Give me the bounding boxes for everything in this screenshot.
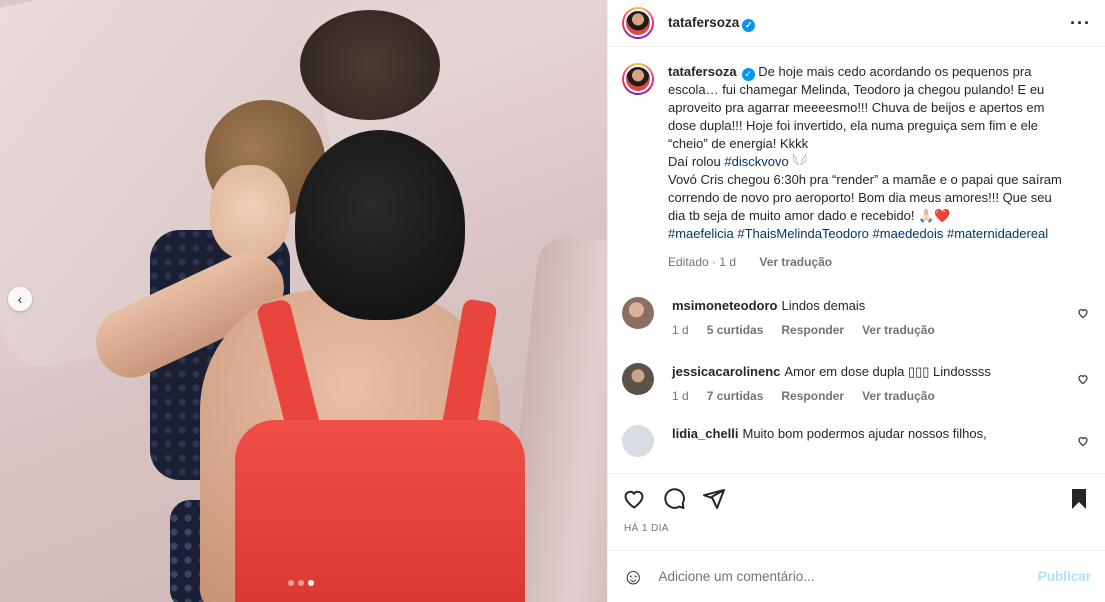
comment-bubble-icon[interactable] <box>662 487 686 511</box>
caption: tatafersoza ✓ De hoje mais cedo acordando… <box>622 63 1091 271</box>
comment-username[interactable]: msimoneteodoro <box>672 298 777 313</box>
comment-avatar[interactable] <box>622 297 654 329</box>
carousel-dots <box>288 580 314 586</box>
comment-content: Muito bom podermos ajudar nossos filhos, <box>742 426 987 441</box>
comment-body: msimoneteodoro Lindos demais 1 d 5 curtid… <box>672 297 1062 337</box>
comment-username[interactable]: lidia_chelli <box>672 426 738 441</box>
comment-like-heart-icon[interactable] <box>1077 373 1089 385</box>
author-username[interactable]: tatafersoza ✓ <box>668 15 756 32</box>
share-send-icon[interactable] <box>702 487 726 511</box>
comment-body: lidia_chelli Muito bom podermos ajudar no… <box>672 425 1062 457</box>
emoji-picker-icon[interactable]: ☺ <box>622 564 644 590</box>
post-timestamp[interactable]: HÁ 1 DIA <box>608 523 1105 550</box>
caption-meta: Editado · 1 d Ver tradução <box>668 255 833 269</box>
comments-scroll-area[interactable]: tatafersoza ✓ De hoje mais cedo acordando… <box>608 47 1105 473</box>
author-username-text[interactable]: tatafersoza <box>668 15 739 30</box>
post-actions <box>608 473 1105 523</box>
caption-paragraph-1: tatafersoza ✓ De hoje mais cedo acordando… <box>668 63 1068 153</box>
caption-text-3: Vovó Cris chegou 6:30h pra “render” a ma… <box>668 172 1062 223</box>
translate-comment-button[interactable]: Ver tradução <box>862 323 935 337</box>
child-head-back <box>300 10 440 120</box>
hashtag-link[interactable]: #ThaisMelindaTeodoro <box>737 226 869 241</box>
comment-like-heart-icon[interactable] <box>1077 307 1089 319</box>
comment-item: jessicacarolinenc Amor em dose dupla ▯▯▯ … <box>622 363 1091 403</box>
author-avatar[interactable] <box>622 7 654 39</box>
carousel-prev-button[interactable]: ‹ <box>8 287 32 311</box>
comment-age: 1 d <box>672 389 689 403</box>
translate-comment-button[interactable]: Ver tradução <box>862 389 935 403</box>
post-photo[interactable]: ‹ <box>0 0 607 602</box>
caption-emoji: 𓆩𓆪 <box>788 154 807 169</box>
caption-username[interactable]: tatafersoza <box>668 64 737 79</box>
comment-meta: 1 d 7 curtidas Responder Ver tradução <box>672 389 1062 403</box>
comment-avatar[interactable] <box>622 425 654 457</box>
caption-avatar-image <box>624 65 652 93</box>
add-comment-bar: ☺ Publicar <box>608 550 1105 602</box>
edited-label: Editado <box>668 255 709 269</box>
comment-content: Lindos demais <box>781 298 866 313</box>
mother-dress <box>235 420 525 602</box>
comment-content: Amor em dose dupla ▯▯▯ Lindossss <box>784 364 991 379</box>
hashtag-link[interactable]: #disckvovo <box>724 154 788 169</box>
post-dialog: ‹ tatafersoza ✓ ··· tatafersoza ✓ De hoje … <box>0 0 1105 602</box>
post-header: tatafersoza ✓ ··· <box>608 0 1105 47</box>
comment-age: 1 d <box>672 323 689 337</box>
more-options-icon[interactable]: ··· <box>1070 13 1091 34</box>
post-side-panel: tatafersoza ✓ ··· tatafersoza ✓ De hoje ma… <box>607 0 1105 602</box>
hashtag-link[interactable]: #maternidadereal <box>947 226 1048 241</box>
comment-body: jessicacarolinenc Amor em dose dupla ▯▯▯ … <box>672 363 1062 403</box>
verified-badge-icon: ✓ <box>741 67 755 81</box>
caption-paragraph-2: Daí rolou #disckvovo 𓆩𓆪 <box>668 153 1068 171</box>
like-heart-icon[interactable] <box>622 487 646 511</box>
caption-avatar[interactable] <box>622 63 654 95</box>
verified-badge-icon: ✓ <box>742 18 756 32</box>
hashtag-link[interactable]: #maededois <box>873 226 944 241</box>
caption-body: tatafersoza ✓ De hoje mais cedo acordando… <box>668 63 1068 271</box>
publish-button[interactable]: Publicar <box>1038 569 1091 584</box>
reply-button[interactable]: Responder <box>781 323 844 337</box>
caption-hashtags: #maefelicia #ThaisMelindaTeodoro #maeded… <box>668 225 1068 243</box>
author-avatar-image <box>624 9 652 37</box>
comment-likes[interactable]: 7 curtidas <box>707 389 764 403</box>
comment-text: msimoneteodoro Lindos demais <box>672 297 1062 315</box>
carousel-dot <box>298 580 304 586</box>
translate-caption-button[interactable]: Ver tradução <box>759 255 832 269</box>
bookmark-saved-icon[interactable] <box>1067 487 1091 511</box>
caption-age: 1 d <box>719 255 737 269</box>
comment-text: lidia_chelli Muito bom podermos ajudar no… <box>672 425 1062 443</box>
comment-item: msimoneteodoro Lindos demais 1 d 5 curtid… <box>622 297 1091 337</box>
child-face <box>210 165 290 260</box>
comment-like-heart-icon[interactable] <box>1077 435 1089 447</box>
caption-text-2: Daí rolou <box>668 154 721 169</box>
comment-likes[interactable]: 5 curtidas <box>707 323 764 337</box>
comment-avatar[interactable] <box>622 363 654 395</box>
hashtag-link[interactable]: #maefelicia <box>668 226 734 241</box>
reply-button[interactable]: Responder <box>781 389 844 403</box>
caption-paragraph-3: Vovó Cris chegou 6:30h pra “render” a ma… <box>668 171 1068 225</box>
comment-item: lidia_chelli Muito bom podermos ajudar no… <box>622 425 1091 457</box>
carousel-dot-active <box>308 580 314 586</box>
comment-meta: 1 d 5 curtidas Responder Ver tradução <box>672 323 1062 337</box>
carousel-dot <box>288 580 294 586</box>
comment-username[interactable]: jessicacarolinenc <box>672 364 780 379</box>
add-comment-input[interactable] <box>658 569 1038 584</box>
mother-hair <box>295 130 465 320</box>
comment-text: jessicacarolinenc Amor em dose dupla ▯▯▯ … <box>672 363 1062 381</box>
